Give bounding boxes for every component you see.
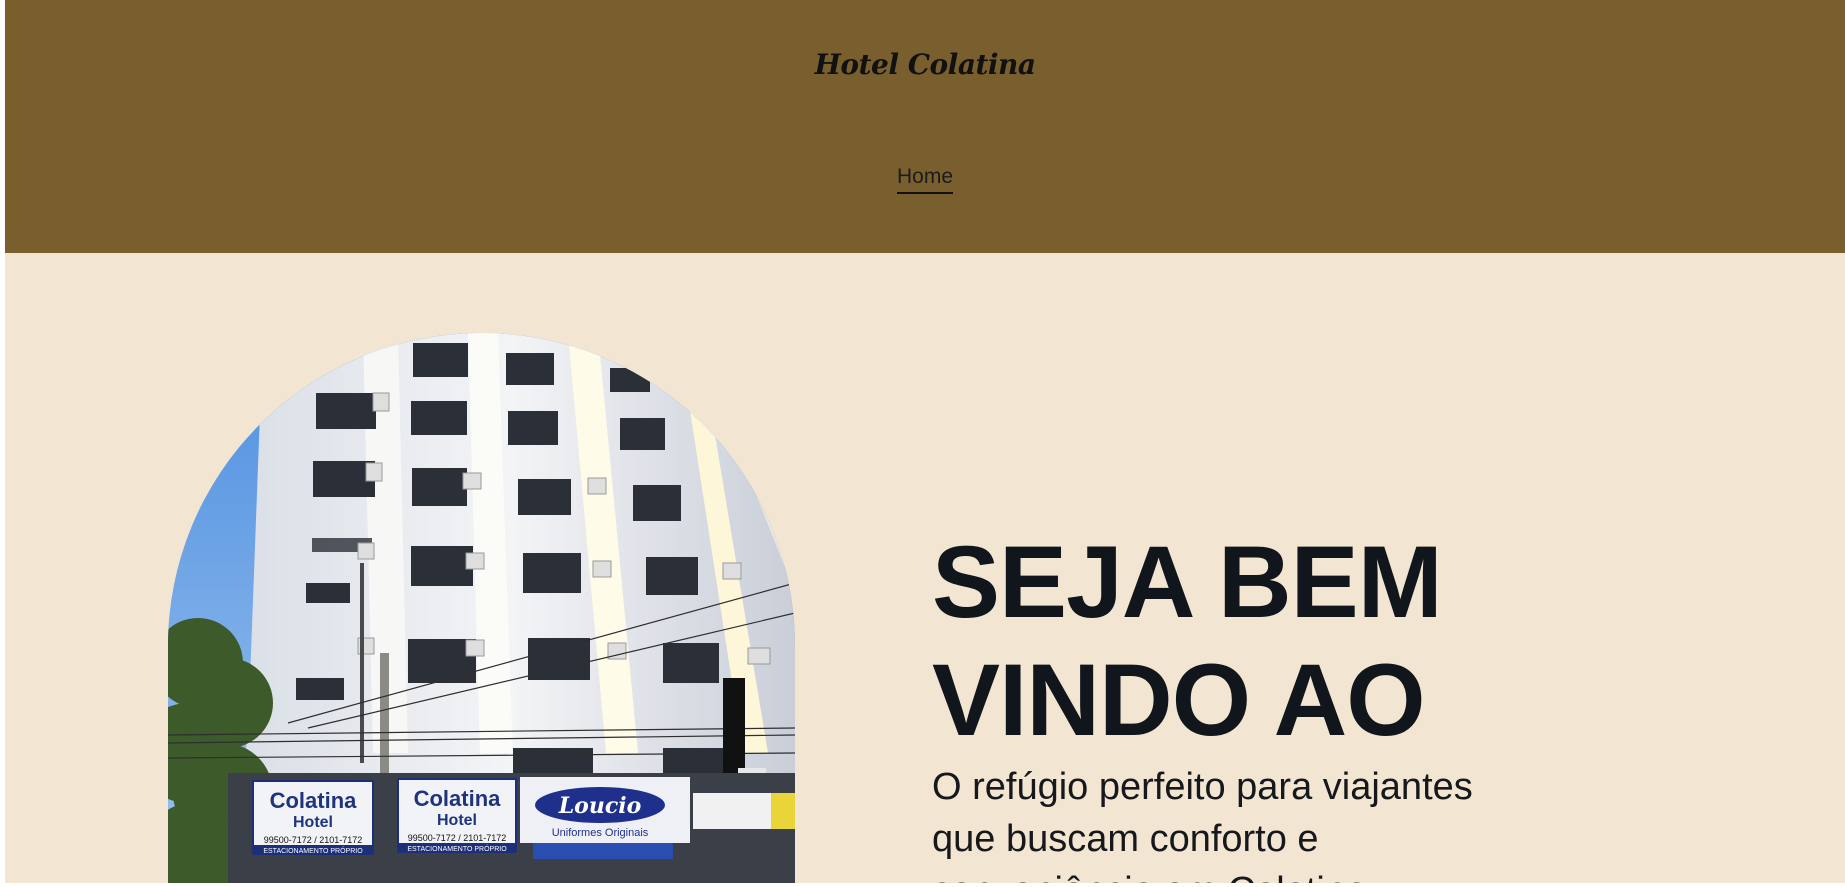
hero-text-block: SEJA BEM VINDO AO O refúgio perfeito par… <box>932 523 1632 887</box>
uniform-shop-sign: Loucio Uniformes Originais <box>520 777 690 859</box>
sign-1-note: ESTACIONAMENTO PRÓPRIO <box>263 846 363 855</box>
hotel-sign-2: Colatina Hotel 99500-7172 / 2101-7172 ES… <box>397 778 517 853</box>
sign-2-phone: 99500-7172 / 2101-7172 <box>408 833 507 843</box>
nav-item-home[interactable]: Home <box>896 164 954 194</box>
sign-2-sub: Hotel <box>437 812 477 829</box>
viewport-bottom-edge <box>0 883 1845 887</box>
site-header: Hotel Colatina Home <box>5 0 1845 253</box>
sign-1-name: Colatina <box>270 788 358 813</box>
hero-subtitle: O refúgio perfeito para viajantes que bu… <box>932 766 1473 887</box>
browser-viewport: Hotel Colatina Home Colatina Hotel 99500… <box>0 0 1845 887</box>
hotel-sign-1: Colatina Hotel 99500-7172 / 2101-7172 ES… <box>252 780 374 855</box>
sign-2-note: ESTACIONAMENTO PRÓPRIO <box>407 844 507 853</box>
sign-1-sub: Hotel <box>293 814 333 831</box>
shop-sign-sub: Uniformes Originais <box>552 827 649 839</box>
main-navigation: Home <box>5 164 1845 194</box>
hotel-building-photo: Colatina Hotel 99500-7172 / 2101-7172 ES… <box>168 333 795 886</box>
sign-2-name: Colatina <box>414 786 502 811</box>
site-title-link[interactable]: Hotel Colatina <box>5 48 1845 81</box>
hero-heading: SEJA BEM VINDO AO <box>932 523 1632 759</box>
sign-1-phone: 99500-7172 / 2101-7172 <box>264 835 363 845</box>
hero-heading-line-2: VINDO AO <box>932 643 1426 757</box>
hero-heading-line-1: SEJA BEM <box>932 525 1443 639</box>
shop-sign-name: Loucio <box>558 793 642 819</box>
